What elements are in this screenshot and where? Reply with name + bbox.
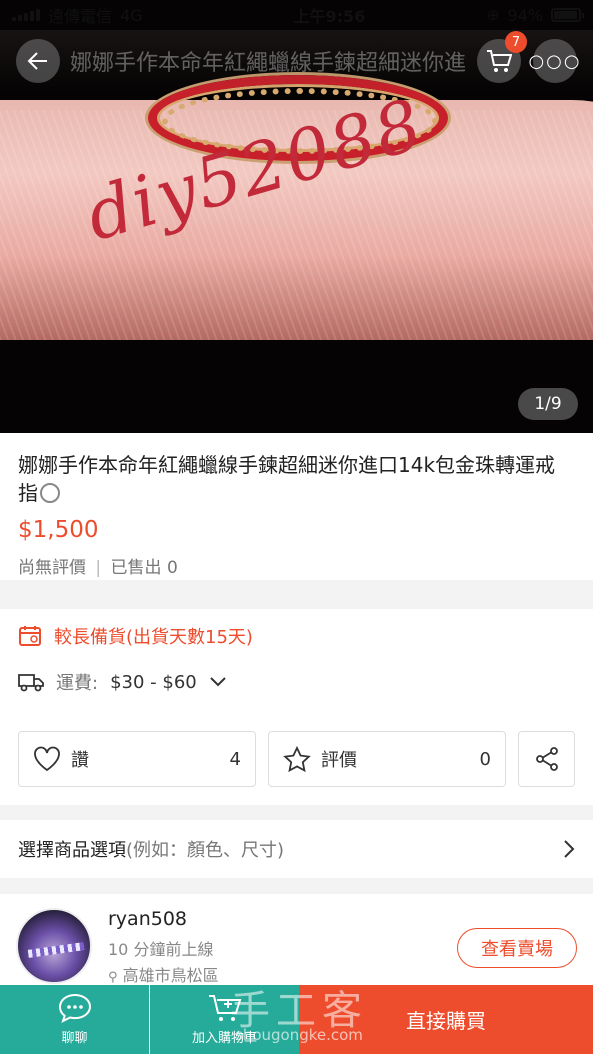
more-icon: ○○○ [528,50,582,72]
chevron-down-icon [210,677,226,687]
star-icon [283,746,311,772]
seller-online-status: 10 分鐘前上線 [108,940,214,959]
chat-icon [58,993,91,1023]
status-time: 上午9:56 [293,7,366,26]
site-watermark-url: shougongke.com [235,1026,363,1044]
seller-name[interactable]: ryan508 [108,908,187,930]
share-icon [535,747,558,771]
stats-separator: | [95,558,102,578]
chat-button[interactable]: 聊聊 [0,985,149,1054]
nav-title: 娜娜手作本命年紅繩蠟線手鍊超細迷你進口14k包金珠轉運戒指 [70,51,467,76]
review-button[interactable]: 評價 0 [268,731,506,787]
chat-label: 聊聊 [61,1031,88,1046]
preorder-notice: 較長備貨(出貨天數15天) [18,623,575,649]
battery-icon [551,8,584,22]
variation-selector[interactable]: 選擇商品選項 (例如：顏色、尺寸) [0,820,593,878]
product-title: 娜娜手作本命年紅繩蠟線手鍊超細迷你進口14k包金珠轉運戒指 [18,453,556,505]
like-label: 讚 [71,750,89,771]
share-button[interactable] [518,731,575,787]
status-bar: 遠傳電信 4G 上午9:56 ⊕ 94% [0,0,593,30]
cart-icon [487,50,512,72]
product-price: $1,500 [18,517,99,543]
battery-percent: 94% [507,5,543,25]
product-info: 娜娜手作本命年紅繩蠟線手鍊超細迷你進口14k包金珠轉運戒指 $1,500 尚無評… [0,433,593,580]
shipping-section: 較長備貨(出貨天數15天) 運費: $30 - $60 讚 4 評價 0 [0,609,593,805]
image-counter: 1/9 [518,388,578,420]
variation-label: 選擇商品選項 [18,840,126,861]
location-pin-icon: ⚲ [108,970,118,985]
more-button[interactable]: ○○○ [528,39,580,83]
view-shop-button[interactable]: 查看賣場 [457,928,577,968]
cart-badge: 7 [505,31,527,53]
seller-location: ⚲ 高雄市鳥松區 [108,966,219,985]
shipping-fee-label: 運費: [56,673,99,694]
sold-count: 已售出 0 [110,558,178,578]
shipping-fee-value: $30 - $60 [110,671,197,693]
signal-icon [12,9,40,21]
variation-hint: (例如：顏色、尺寸) [126,840,285,861]
like-count: 4 [229,748,241,770]
back-button[interactable] [16,39,60,83]
rating-text: 尚無評價 [18,558,86,578]
calendar-icon [19,626,41,646]
action-buttons: 讚 4 評價 0 [18,731,575,787]
truck-icon [18,674,44,692]
nav-bar: 娜娜手作本命年紅繩蠟線手鍊超細迷你進口14k包金珠轉運戒指 7 ○○○ [0,30,593,92]
review-count: 0 [479,748,491,770]
network-type: 4G [120,5,143,25]
orientation-lock-icon: ⊕ [486,6,500,24]
shipping-fee-row[interactable]: 運費: $30 - $60 [18,669,575,695]
seller-avatar[interactable] [16,908,92,984]
like-button[interactable]: 讚 4 [18,731,256,787]
back-arrow-icon [27,52,47,70]
carrier: 遠傳電信 [48,7,113,26]
ring-icon [40,483,60,503]
cart-button[interactable]: 7 [477,31,527,83]
heart-icon [34,746,60,772]
chevron-right-icon [564,840,575,858]
product-stats: 尚無評價 | 已售出 0 [18,553,575,578]
review-label: 評價 [321,750,357,771]
preorder-text: 較長備貨(出貨天數15天) [54,627,253,648]
